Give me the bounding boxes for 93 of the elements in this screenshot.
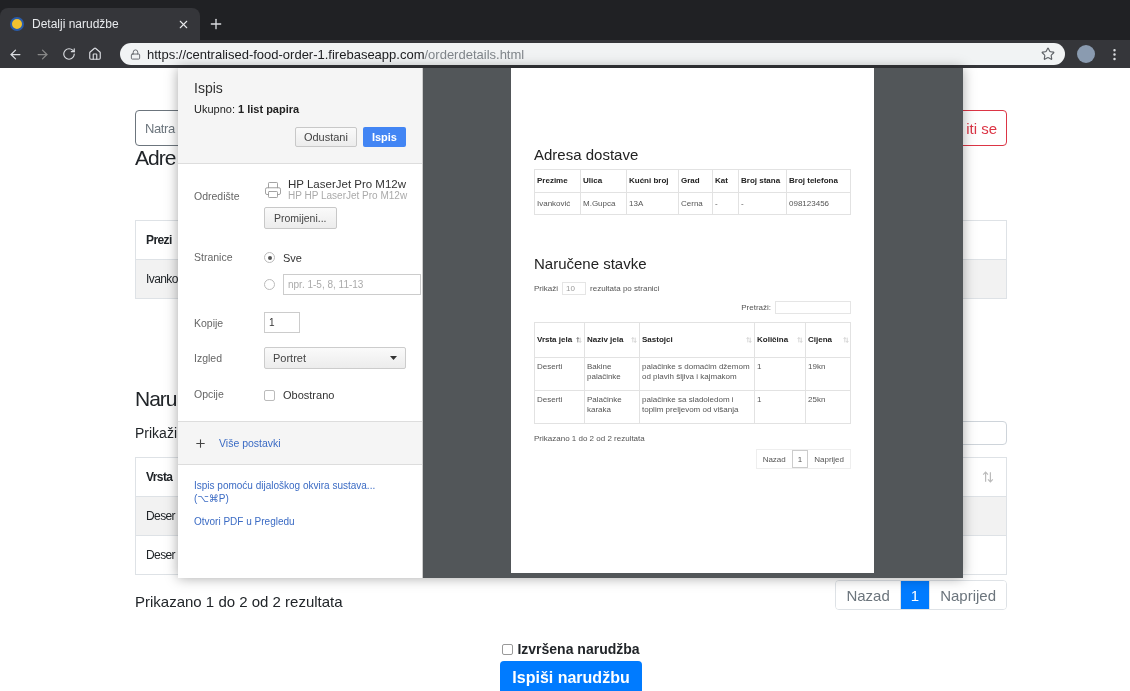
favicon-icon <box>10 17 24 31</box>
radio-button[interactable] <box>264 252 275 263</box>
page-button[interactable]: Naprijed <box>808 450 850 468</box>
sort-icon[interactable] <box>982 471 994 483</box>
dialog-title: Ispis <box>194 80 224 96</box>
print-order-button[interactable]: Ispiši narudžbu <box>500 661 642 691</box>
change-button[interactable]: Promijeni... <box>264 207 337 229</box>
home-icon[interactable] <box>88 47 102 61</box>
column-header: Sastojci <box>642 335 673 345</box>
option-label: Obostrano <box>283 389 335 401</box>
column-header: Broj stana <box>741 176 781 186</box>
column-header: Prezime <box>537 176 568 186</box>
printer-detail: HP HP LaserJet Pro M12w <box>288 190 408 201</box>
cancel-button[interactable]: Odustani <box>294 127 357 147</box>
printer-icon <box>264 180 282 199</box>
avatar-icon[interactable] <box>1077 45 1095 63</box>
url-text: https://centralised-food-order-1.firebaseapp.com/orderdetails.html <box>147 46 525 62</box>
sort-icon[interactable] <box>576 337 582 343</box>
column-header: Vrsta jela <box>537 335 573 345</box>
dialog-link[interactable]: Otvori PDF u Pregledu <box>194 515 406 528</box>
search-label: Pretraži: <box>741 303 771 312</box>
search-field[interactable] <box>775 301 851 314</box>
printer-name: HP LaserJet Pro M12w <box>288 178 408 190</box>
table-cell: Ivanković <box>537 198 571 209</box>
caret-icon <box>390 356 397 360</box>
sheet-count: Ukupno: 1 list papira <box>194 103 301 115</box>
show-suffix: rezultata po stranici <box>590 284 660 293</box>
checkbox[interactable] <box>264 389 275 401</box>
table-cell: M.Gupca <box>583 198 616 209</box>
table-cell: 098123456 <box>789 198 830 209</box>
setting-label: Stranice <box>194 250 234 265</box>
table-cell: Cerna <box>681 198 703 209</box>
reload-icon[interactable] <box>62 47 76 61</box>
star-icon[interactable] <box>1041 47 1055 61</box>
dialog-link[interactable]: Ispis pomoću dijaloškog okvira sustava... (⌥⌘P) <box>194 479 406 505</box>
preview-heading: Naručene stavke <box>534 255 648 272</box>
checkbox-label: Izvršena narudžba <box>517 641 640 657</box>
show-label: Prikaži <box>534 284 558 293</box>
back-icon[interactable] <box>8 46 23 62</box>
browser-tab[interactable]: Detalji narudžbe <box>0 8 200 40</box>
checkbox[interactable] <box>502 643 514 655</box>
table-cell-text: palačinke s domaćim džemom od plavih šljiva i kajmakom <box>642 362 751 382</box>
page-button[interactable]: 1 <box>899 581 930 609</box>
column-header: Cijena <box>808 335 832 345</box>
column-header: Grad <box>681 176 700 186</box>
table-cell: - <box>741 198 744 209</box>
results-summary: Prikazano 1 do 2 od 2 rezultata <box>534 434 645 443</box>
page-range-field[interactable]: npr. 1-5, 8, 11-13 <box>283 274 421 295</box>
table-cell: Deserti <box>537 362 563 372</box>
table-cell: 13A <box>629 198 644 209</box>
table-cell: Ivanko <box>146 272 178 286</box>
option-label: Sve <box>283 251 302 264</box>
page-button[interactable]: Naprijed <box>929 581 1006 609</box>
column-header: Kat <box>715 176 728 186</box>
new-tab-icon[interactable] <box>208 16 224 32</box>
table-cell: - <box>715 198 718 209</box>
section-heading: Adre <box>135 146 176 170</box>
column-header: Kućni broj <box>629 176 669 186</box>
table-cell: 1 <box>757 395 762 405</box>
table-cell: 19kn <box>808 362 826 372</box>
page-button[interactable]: Nazad <box>756 450 792 468</box>
copies-field[interactable]: 1 <box>264 312 300 333</box>
table-cell: 25kn <box>808 395 826 405</box>
section-heading: Naru <box>135 387 177 411</box>
column-header: Količina <box>757 335 789 345</box>
column-header: Vrsta <box>146 470 173 484</box>
page-button[interactable]: 1 <box>791 450 809 468</box>
setting-label: Opcije <box>194 388 225 402</box>
column-header: Prezi <box>146 233 172 247</box>
show-label: Prikaži <box>135 425 177 441</box>
column-header: Broj telefona <box>789 176 838 186</box>
column-header: Ulica <box>583 176 603 186</box>
print-button[interactable]: Ispis <box>362 127 406 147</box>
table-cell: Deserti <box>537 395 563 405</box>
radio-button[interactable] <box>264 279 275 290</box>
layout-dropdown[interactable]: Portret <box>264 347 406 369</box>
table-cell: Deser <box>146 548 175 562</box>
table-cell: 1 <box>757 362 762 372</box>
plus-icon <box>194 436 207 450</box>
preview-heading: Adresa dostave <box>534 146 640 163</box>
results-summary: Prikazano 1 do 2 od 2 rezultata <box>135 593 343 610</box>
setting-label: Kopije <box>194 316 225 331</box>
setting-label: Izgled <box>194 351 224 366</box>
table-cell: Deser <box>146 509 175 523</box>
more-settings-button[interactable]: Više postavki <box>178 421 422 465</box>
forward-icon[interactable] <box>35 46 50 62</box>
address-bar[interactable]: https://centralised-food-order-1.firebaseapp.com/orderdetails.html <box>120 43 1065 65</box>
column-header: Naziv jela <box>587 335 624 345</box>
table-cell-text: Bakine palačinke <box>587 362 622 382</box>
table-cell-text: palačinke sa sladoledom i toplim preljevom od višanja <box>642 395 740 415</box>
lock-icon <box>130 48 141 60</box>
table-cell-text: Palačinke karaka <box>587 395 623 415</box>
setting-label: Odredište <box>194 189 241 204</box>
